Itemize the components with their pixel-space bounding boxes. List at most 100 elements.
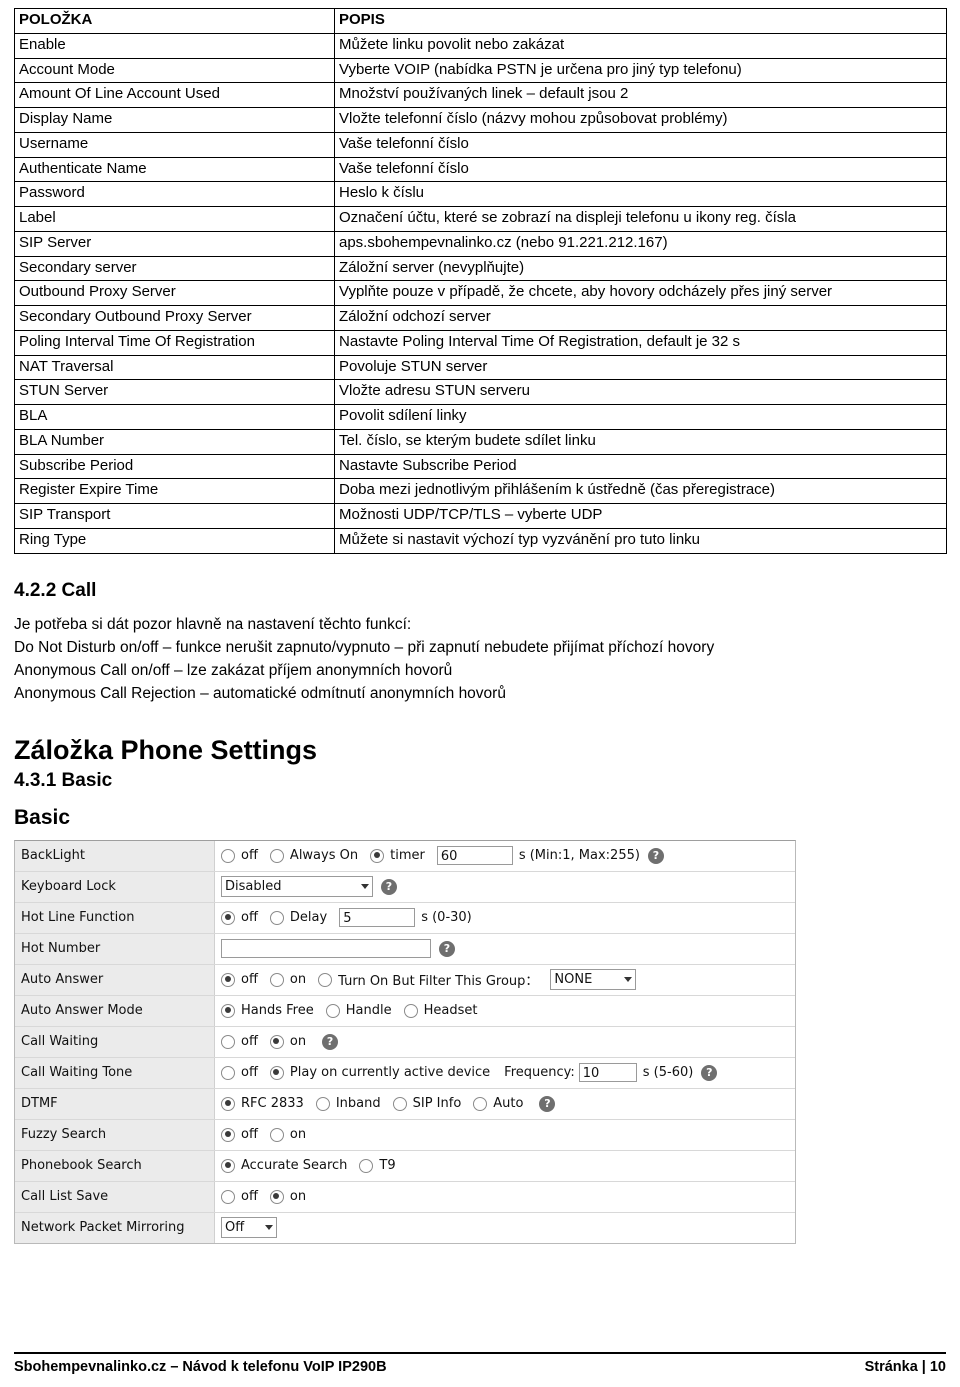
setting-row-call-list-save: Call List Save off on (15, 1181, 795, 1213)
setting-row-phonebook-search: Phonebook Search Accurate Search T9 (15, 1150, 795, 1182)
cell-desc: Možnosti UDP/TCP/TLS – vyberte UDP (334, 503, 947, 529)
backlight-range-hint: s (Min:1, Max:255) (518, 848, 640, 863)
hot-line-delay-label: Delay (289, 910, 328, 925)
dtmf-auto-label: Auto (493, 1096, 524, 1111)
cell-desc: Můžete si nastavit výchozí typ vyzvánění… (334, 527, 947, 554)
fuzzy-search-on-radio[interactable] (269, 1127, 284, 1142)
call-waiting-tone-range-hint: s (5-60) (642, 1065, 694, 1080)
cell-item: STUN Server (14, 379, 335, 405)
cell-item: Register Expire Time (14, 478, 335, 504)
table-row: Outbound Proxy Server Vyplňte pouze v pří… (14, 280, 947, 306)
call-waiting-on-label: on (289, 1034, 307, 1049)
call-waiting-on-radio[interactable] (269, 1034, 284, 1049)
phonebook-search-accurate-label: Accurate Search (241, 1158, 348, 1173)
cell-desc: Vaše telefonní číslo (334, 131, 947, 158)
hot-number-input[interactable] (221, 939, 431, 958)
phonebook-search-t9-radio[interactable] (359, 1158, 374, 1173)
auto-answer-filter-label: Turn On But Filter This Group： (338, 974, 539, 989)
call-waiting-tone-play-radio[interactable] (269, 1065, 284, 1080)
call-waiting-off-label: off (241, 1034, 258, 1049)
help-icon[interactable]: ? (647, 847, 664, 864)
table-row: Display Name Vložte telefonní číslo (názv… (14, 107, 947, 133)
table-row: Amount Of Line Account Used Množství použ… (14, 82, 947, 108)
auto-answer-group-value: NONE (554, 972, 593, 987)
call-waiting-tone-off-label: off (241, 1065, 258, 1080)
cell-desc: Nastavte Poling Interval Time Of Registr… (334, 329, 947, 356)
cell-desc: Vyberte VOIP (nabídka PSTN je určena pro… (334, 57, 947, 84)
hot-line-range-hint: s (0-30) (421, 910, 472, 925)
auto-answer-mode-handle-radio[interactable] (325, 1003, 340, 1018)
phonebook-search-label: Phonebook Search (15, 1150, 215, 1181)
fuzzy-search-off-radio[interactable] (221, 1127, 235, 1142)
cell-item: Username (14, 131, 335, 158)
auto-answer-group-select[interactable]: NONE (550, 969, 637, 990)
auto-answer-off-radio[interactable] (221, 972, 235, 987)
auto-answer-on-radio[interactable] (269, 972, 284, 987)
call-note-dnd: Do Not Disturb on/off – funkce nerušit z… (14, 638, 715, 656)
phonebook-search-t9-label: T9 (379, 1158, 396, 1173)
cell-item: Secondary Outbound Proxy Server (14, 305, 335, 331)
auto-answer-mode-headset-label: Headset (423, 1003, 478, 1018)
table-row: Password Heslo k číslu (14, 181, 947, 207)
dtmf-sipinfo-radio[interactable] (392, 1096, 407, 1111)
call-note-anonymous-rejection: Anonymous Call Rejection – automatické o… (14, 684, 506, 702)
dtmf-inband-label: Inband (335, 1096, 381, 1111)
backlight-label: BackLight (15, 840, 215, 871)
cell-desc: Heslo k číslu (334, 181, 947, 207)
table-row: SIP Transport Možnosti UDP/TCP/TLS – vybe… (14, 503, 947, 529)
network-packet-mirroring-select[interactable]: Off (221, 1217, 277, 1238)
backlight-off-radio[interactable] (221, 848, 235, 863)
call-list-save-on-radio[interactable] (269, 1189, 284, 1204)
hot-line-function-label: Hot Line Function (15, 902, 215, 933)
hot-line-delay-input[interactable]: 5 (339, 908, 416, 927)
cell-item: Account Mode (14, 57, 335, 84)
auto-answer-mode-handle-label: Handle (345, 1003, 392, 1018)
call-waiting-tone-frequency-input[interactable]: 10 (578, 1063, 637, 1082)
table-row: Enable Můžete linku povolit nebo zakázat (14, 32, 947, 59)
backlight-timer-radio[interactable] (370, 848, 385, 863)
auto-answer-filter-radio[interactable] (318, 972, 333, 987)
hot-line-delay-radio[interactable] (269, 910, 284, 925)
dtmf-auto-radio[interactable] (473, 1096, 488, 1111)
auto-answer-mode-headset-radio[interactable] (403, 1003, 418, 1018)
cell-item: Ring Type (14, 527, 335, 554)
backlight-timer-input[interactable]: 60 (436, 846, 513, 865)
cell-desc: Tel. číslo, se kterým budete sdílet link… (334, 428, 947, 455)
auto-answer-mode-hands-free-radio[interactable] (221, 1003, 235, 1018)
setting-row-hot-number: Hot Number ? (15, 933, 795, 965)
keyboard-lock-select[interactable]: Disabled (221, 876, 373, 897)
backlight-always-on-radio[interactable] (269, 848, 284, 863)
dtmf-rfc2833-radio[interactable] (221, 1096, 235, 1111)
call-waiting-off-radio[interactable] (221, 1034, 235, 1049)
backlight-timer-label: timer (390, 848, 425, 863)
cell-desc: Vyplňte pouze v případě, že chcete, aby … (334, 280, 947, 306)
call-list-save-off-radio[interactable] (221, 1189, 235, 1204)
call-intro-text: Je potřeba si dát pozor hlavně na nastav… (14, 615, 412, 633)
cell-item: Amount Of Line Account Used (14, 82, 335, 108)
help-icon[interactable]: ? (322, 1033, 339, 1050)
setting-row-network-packet-mirroring: Network Packet Mirroring Off (15, 1212, 795, 1243)
help-icon[interactable]: ? (701, 1064, 718, 1081)
dtmf-inband-radio[interactable] (315, 1096, 330, 1111)
table-row: BLA Number Tel. číslo, se kterým budete s… (14, 428, 947, 455)
network-packet-mirroring-label: Network Packet Mirroring (15, 1212, 215, 1243)
hot-line-off-radio[interactable] (221, 910, 235, 925)
phonebook-search-accurate-radio[interactable] (221, 1158, 235, 1173)
call-waiting-tone-off-radio[interactable] (221, 1065, 235, 1080)
table-row: BLA Povolit sdílení linky (14, 404, 947, 430)
section-heading-phone-settings: Záložka Phone Settings (14, 734, 318, 765)
help-icon[interactable]: ? (439, 940, 455, 957)
dtmf-label: DTMF (15, 1088, 215, 1119)
help-icon[interactable]: ? (539, 1095, 556, 1112)
cell-desc: Záložní server (nevyplňujte) (334, 255, 947, 282)
auto-answer-label: Auto Answer (15, 964, 215, 995)
setting-row-backlight: BackLight off Always On timer 60 s (Min:… (15, 840, 795, 872)
setting-row-fuzzy-search: Fuzzy Search off on (15, 1119, 795, 1151)
call-waiting-tone-frequency-label: Frequency: (504, 1065, 575, 1080)
cell-desc: aps.sbohempevnalinko.cz (nebo 91.221.212… (334, 230, 947, 257)
cell-item: Password (14, 181, 335, 207)
cell-item: NAT Traversal (14, 354, 335, 381)
help-icon[interactable]: ? (381, 878, 397, 895)
table-row: Poling Interval Time Of Registration Nast… (14, 329, 947, 356)
auto-answer-off-label: off (241, 972, 258, 987)
